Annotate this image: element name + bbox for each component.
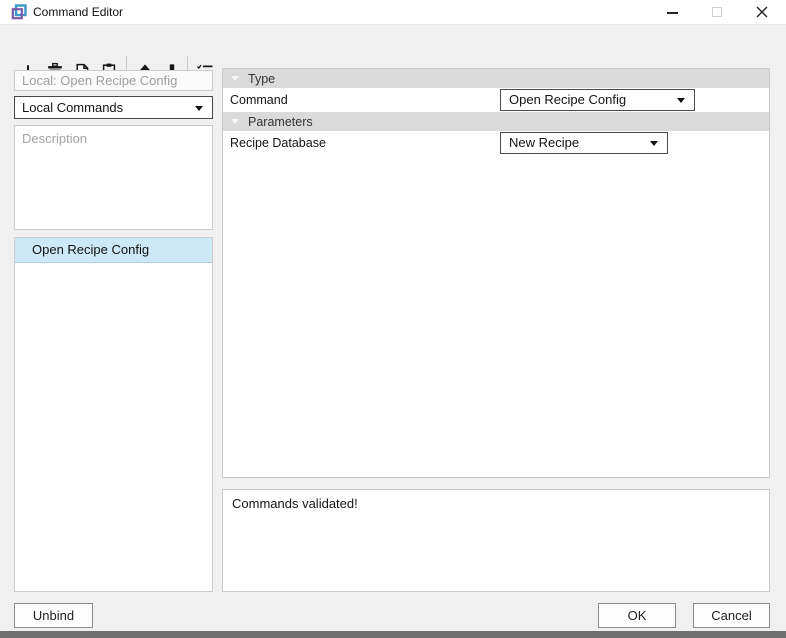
recipe-database-row: Recipe Database New Recipe (223, 131, 769, 155)
maximize-icon (712, 7, 722, 17)
window-bottom-edge (0, 631, 786, 638)
command-scope-value: Local Commands (22, 100, 124, 115)
app-logo-icon (11, 4, 27, 20)
section-title: Type (248, 71, 276, 86)
description-area (14, 125, 213, 230)
command-row: Command Open Recipe Config (223, 88, 769, 112)
collapse-triangle-icon (231, 76, 239, 81)
command-type-dropdown[interactable]: Open Recipe Config (500, 89, 695, 111)
section-header-parameters[interactable]: Parameters (223, 112, 769, 131)
command-list[interactable]: Open Recipe Config (14, 237, 213, 592)
description-input[interactable] (14, 125, 213, 230)
command-scope-dropdown[interactable]: Local Commands (14, 96, 213, 119)
toolbar (0, 25, 786, 86)
properties-panel: Type Command Open Recipe Config Paramete… (222, 68, 770, 478)
window-title: Command Editor (33, 5, 124, 19)
binding-target-field: Local: Open Recipe Config (14, 70, 213, 91)
maximize-button[interactable] (702, 0, 732, 24)
titlebar: Command Editor (0, 0, 786, 25)
collapse-triangle-icon (231, 119, 239, 124)
ok-button[interactable]: OK (598, 603, 676, 628)
validation-message-box: Commands validated! (222, 489, 770, 592)
section-title: Parameters (248, 114, 313, 129)
recipe-database-dropdown[interactable]: New Recipe (500, 132, 668, 154)
close-icon (756, 6, 768, 18)
minimize-icon (667, 12, 678, 14)
cancel-button[interactable]: Cancel (693, 603, 770, 628)
command-type-value: Open Recipe Config (509, 92, 627, 107)
chevron-down-icon (650, 141, 658, 146)
minimize-button[interactable] (657, 0, 687, 24)
command-list-item[interactable]: Open Recipe Config (15, 238, 212, 263)
chevron-down-icon (195, 105, 203, 111)
validation-message: Commands validated! (232, 496, 358, 511)
chevron-down-icon (677, 98, 685, 103)
recipe-database-value: New Recipe (509, 135, 580, 150)
command-editor-dialog: Command Editor Local: Open Recipe Config… (0, 0, 786, 638)
section-header-type[interactable]: Type (223, 69, 769, 88)
close-button[interactable] (747, 0, 777, 24)
unbind-button[interactable]: Unbind (14, 603, 93, 628)
command-label: Command (230, 93, 288, 107)
recipe-database-label: Recipe Database (230, 136, 326, 150)
